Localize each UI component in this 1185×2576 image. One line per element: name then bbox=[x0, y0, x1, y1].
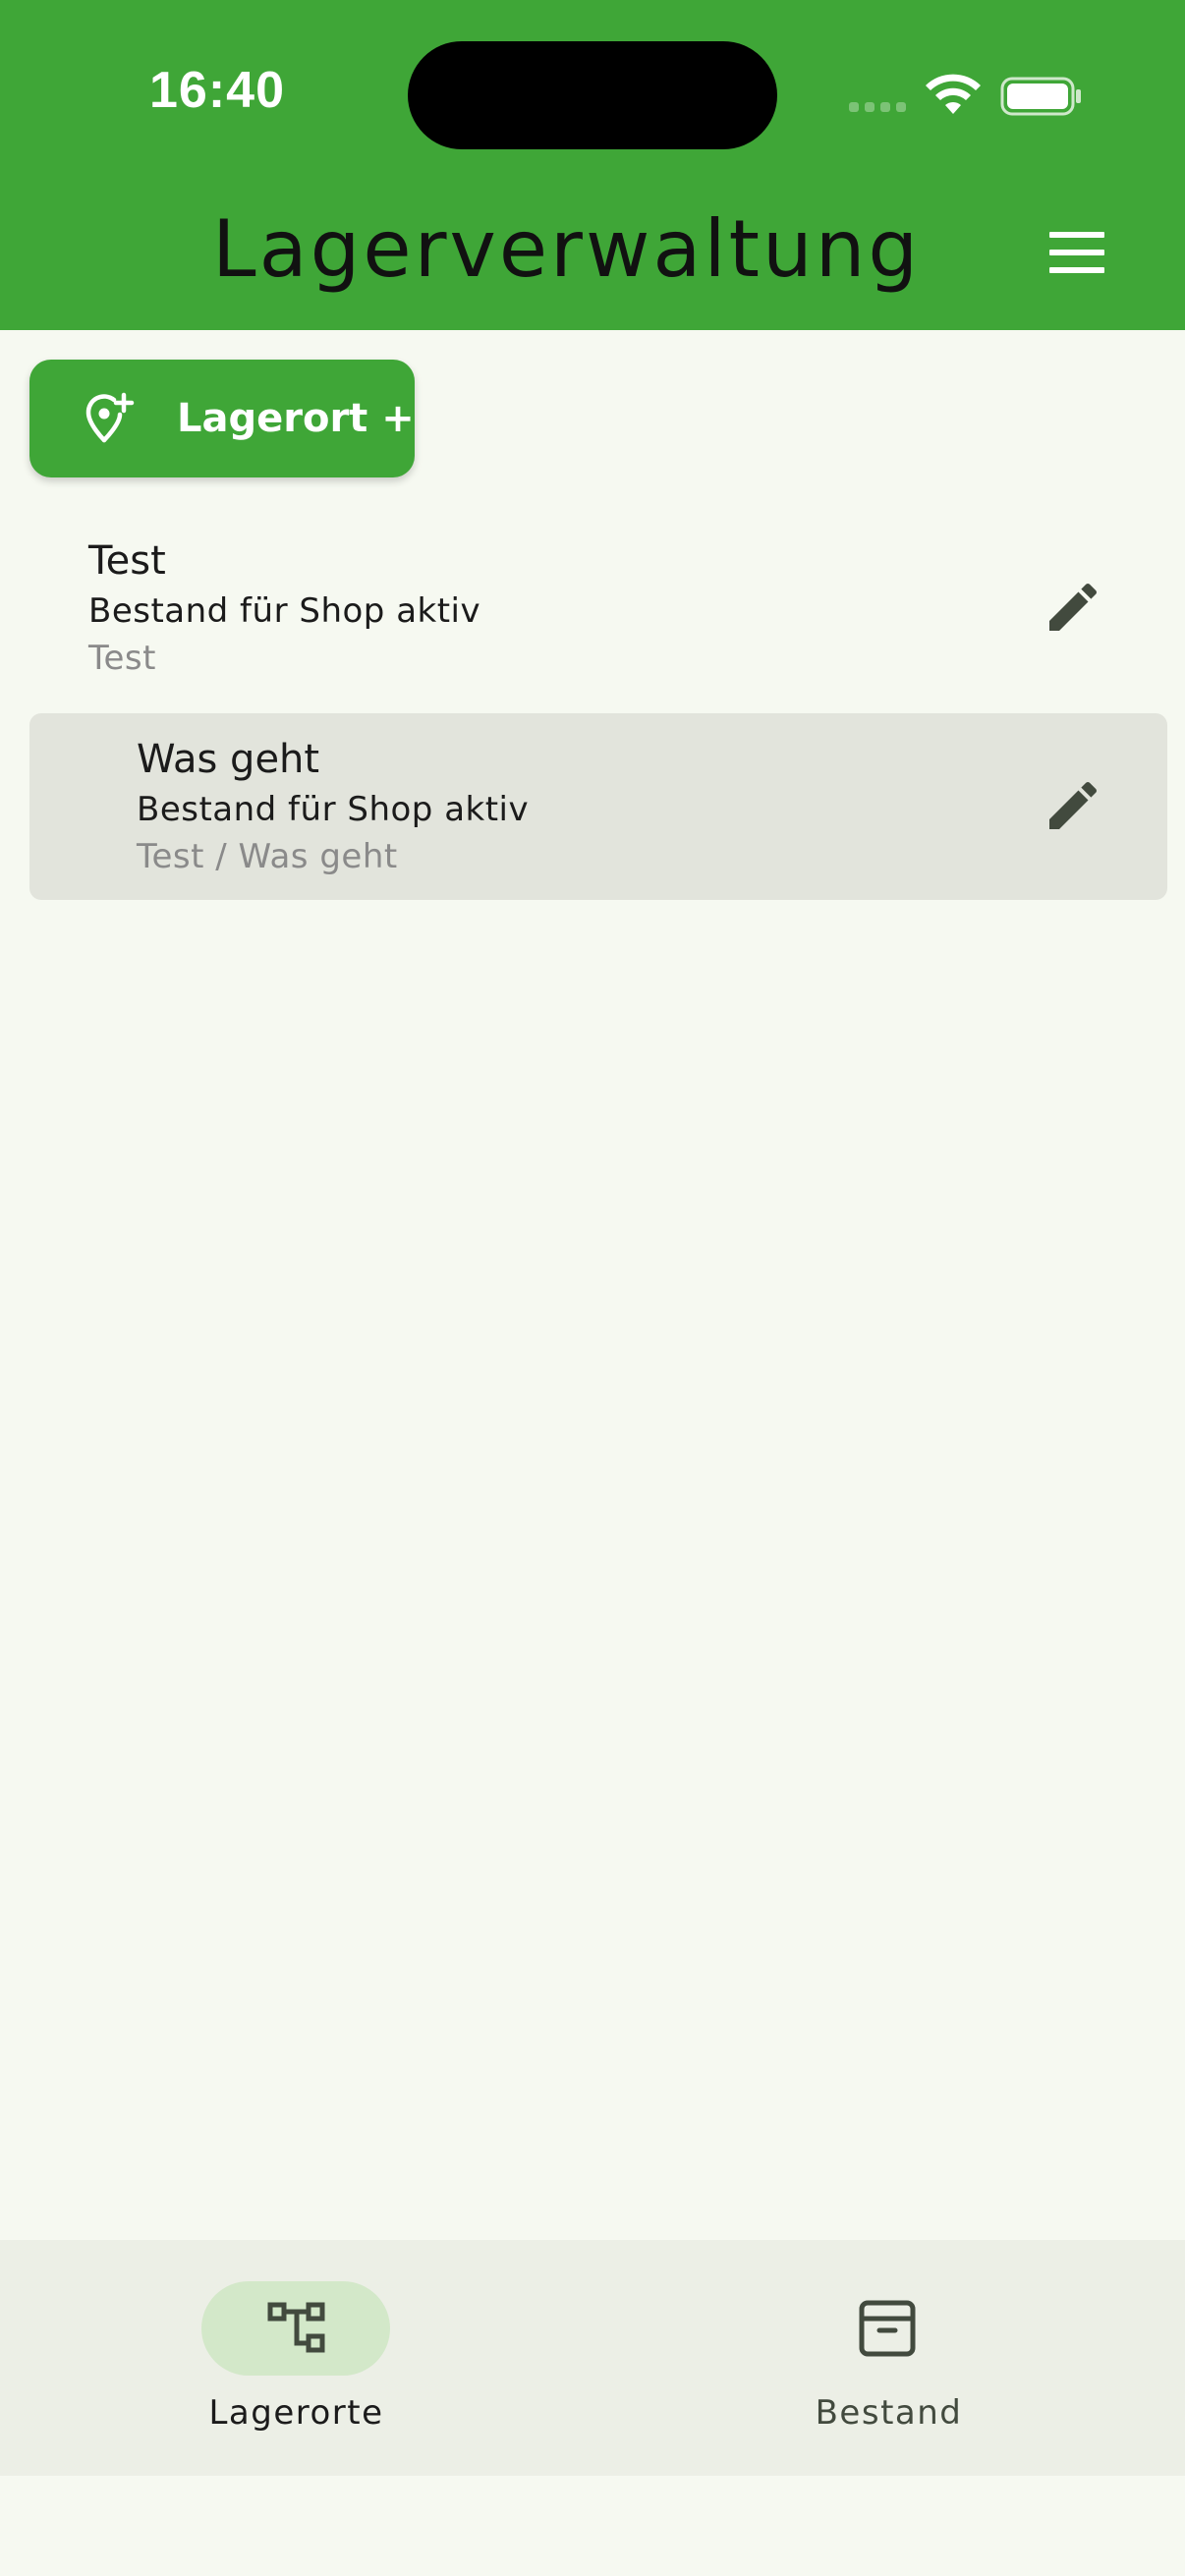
add-location-label: Lagerort + bbox=[177, 396, 415, 441]
page-title: Lagerverwaltung bbox=[212, 203, 922, 295]
archive-box-icon bbox=[859, 2300, 916, 2357]
menu-icon bbox=[1049, 232, 1104, 238]
location-path: Test / Was geht bbox=[137, 837, 398, 876]
menu-button[interactable] bbox=[1049, 232, 1112, 279]
edit-icon[interactable] bbox=[1042, 774, 1104, 837]
location-status: Bestand für Shop aktiv bbox=[88, 591, 481, 631]
nav-label-lagerorte: Lagerorte bbox=[208, 2393, 384, 2433]
location-status: Bestand für Shop aktiv bbox=[137, 790, 530, 829]
wifi-icon bbox=[926, 74, 981, 114]
nav-label-bestand: Bestand bbox=[815, 2393, 963, 2433]
add-location-button[interactable]: Lagerort + bbox=[29, 360, 415, 477]
battery-icon bbox=[1000, 77, 1081, 116]
cellular-signal-icon bbox=[849, 102, 906, 112]
location-title: Was geht bbox=[137, 737, 320, 782]
list-item[interactable]: Test Bestand für Shop aktiv Test bbox=[29, 527, 1167, 713]
hierarchy-icon bbox=[267, 2302, 325, 2353]
app-header: 16:40 Lagerverwaltung bbox=[0, 0, 1185, 330]
list-item[interactable]: Was geht Bestand für Shop aktiv Test / W… bbox=[29, 713, 1167, 900]
bottom-navigation: Lagerorte Bestand bbox=[0, 2240, 1185, 2476]
edit-icon[interactable] bbox=[1042, 576, 1104, 639]
location-title: Test bbox=[88, 538, 166, 584]
status-time: 16:40 bbox=[149, 62, 285, 119]
dynamic-island bbox=[408, 41, 777, 149]
add-location-icon bbox=[85, 392, 135, 443]
nav-item-bestand[interactable]: Bestand bbox=[592, 2240, 1185, 2476]
nav-item-lagerorte[interactable]: Lagerorte bbox=[0, 2240, 592, 2476]
location-path: Test bbox=[88, 639, 156, 678]
